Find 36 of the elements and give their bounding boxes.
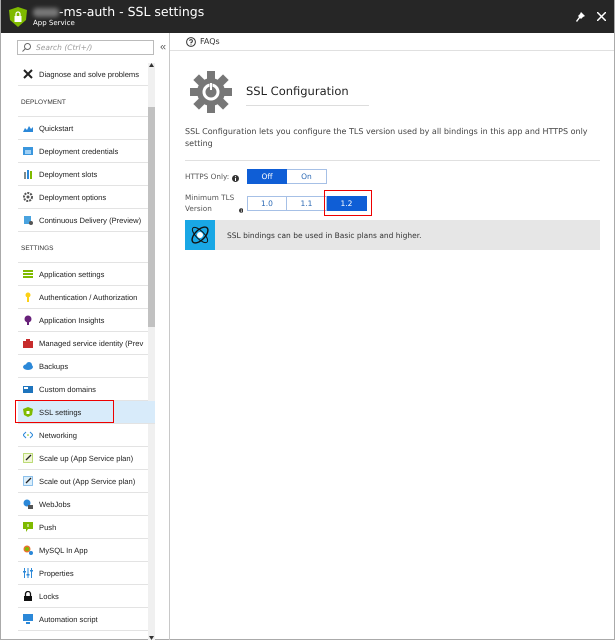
- key-icon: [23, 292, 33, 302]
- close-icon[interactable]: [597, 12, 606, 21]
- resize-icon: [23, 476, 33, 486]
- scroll-down-icon: [149, 636, 154, 640]
- help-icon: [186, 36, 196, 46]
- faqs-link[interactable]: FAQs: [186, 36, 220, 46]
- code-icon: [23, 430, 33, 440]
- wrench-icon: [23, 69, 33, 79]
- toolbox-icon: [23, 338, 33, 348]
- list-icon: [23, 269, 33, 279]
- panel-heading: SSL Configuration: [246, 84, 369, 106]
- gear-icon: [23, 192, 33, 202]
- pin-icon[interactable]: [576, 12, 585, 22]
- window-title: -ms-auth - SSL settings: [59, 6, 204, 19]
- gear-icon: [190, 71, 232, 113]
- bars-icon: [23, 169, 33, 179]
- resize-icon: [23, 453, 33, 463]
- blurred-text: [33, 8, 59, 17]
- lock-icon: [23, 591, 33, 601]
- bulb-icon: [23, 315, 33, 325]
- card-icon: [23, 384, 33, 394]
- database-icon: [23, 545, 33, 555]
- orbit-icon: [189, 224, 211, 246]
- info-icon: [232, 175, 240, 182]
- monitor-icon: [23, 614, 33, 624]
- search-icon: [22, 42, 31, 52]
- scrollbar[interactable]: [148, 63, 155, 640]
- collapse-button[interactable]: «: [160, 41, 166, 53]
- scroll-up-icon: [149, 63, 154, 67]
- shield-icon: [9, 6, 27, 26]
- shield-icon: [23, 407, 33, 417]
- window-icon: [23, 146, 33, 156]
- message-icon: [23, 522, 33, 532]
- description-text: SSL Configuration lets you configure the TLS version used by all bindings in this app and HTTPS only setting: [185, 126, 600, 161]
- sliders-icon: [23, 568, 33, 578]
- info-icon: [238, 207, 243, 214]
